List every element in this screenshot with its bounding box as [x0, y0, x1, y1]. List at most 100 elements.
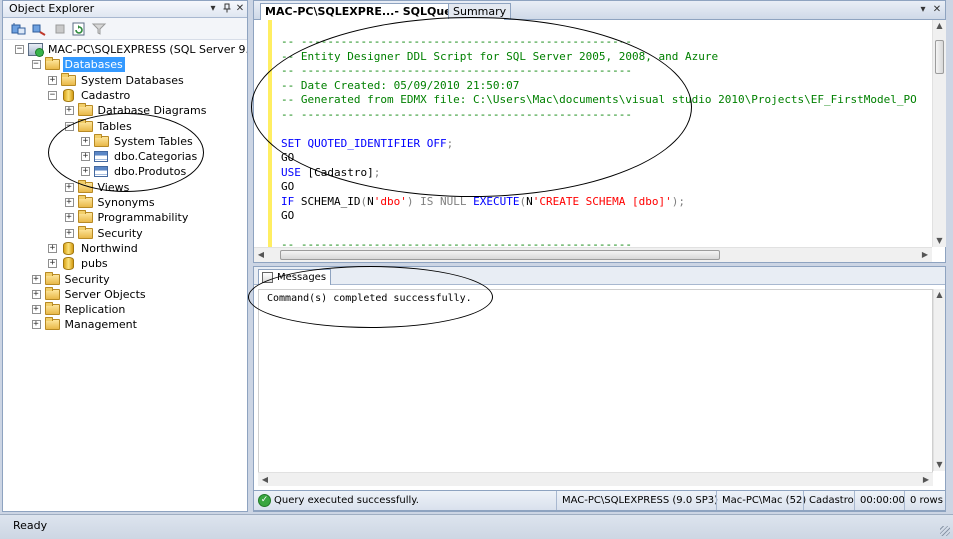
expand-icon[interactable]: + [64, 228, 74, 238]
expand-icon[interactable]: + [31, 289, 41, 299]
folder-icon [77, 210, 93, 224]
tree-node-label: Management [64, 318, 137, 332]
code-line: -- -------------------------------------… [281, 35, 632, 49]
collapse-icon[interactable]: − [31, 60, 41, 70]
status-elapsed: 00:00:00 [854, 491, 905, 510]
object-explorer-title: Object Explorer [9, 2, 95, 15]
expand-icon[interactable]: + [81, 152, 90, 162]
connect-icon[interactable] [11, 21, 27, 37]
code-token: IS NULL [413, 194, 474, 208]
code-token: ; [446, 136, 454, 150]
code-token: EXECUTE [473, 194, 520, 208]
expand-icon[interactable]: + [64, 106, 74, 116]
resize-grip-icon[interactable] [940, 526, 950, 536]
editor-vertical-scrollbar[interactable]: ▲ ▼ [932, 20, 946, 247]
database-icon [61, 241, 76, 255]
scroll-up-icon[interactable]: ▲ [934, 289, 945, 301]
expand-icon[interactable]: + [64, 213, 74, 223]
editor-horizontal-scrollbar[interactable]: ◀ ▶ [254, 247, 932, 262]
tab-messages[interactable]: Messages [258, 269, 332, 285]
folder-icon [44, 317, 60, 331]
status-database: Cadastro [803, 491, 854, 510]
scroll-down-icon[interactable]: ▼ [934, 459, 945, 471]
expand-icon[interactable]: + [31, 320, 41, 330]
tree-node-label: dbo.Produtos [114, 165, 187, 179]
tree-node-label: Programmability [97, 211, 189, 225]
editor-hscroll-thumb[interactable] [280, 250, 720, 260]
scroll-down-icon[interactable]: ▼ [933, 235, 946, 247]
code-token: -- -------------------------------------… [281, 35, 632, 48]
expand-icon[interactable]: + [81, 167, 90, 177]
tree-node-label: Server Objects [64, 287, 146, 301]
query-editor-panel: MAC-PC\SQLEXPRE...- SQLQuery1.sql* Summa… [253, 0, 946, 263]
sql-code-area[interactable]: -- -------------------------------------… [254, 20, 932, 247]
code-token: -- -------------------------------------… [281, 238, 632, 247]
query-status-bar: ✓ Query executed successfully. MAC-PC\SQ… [253, 490, 946, 511]
code-token: GO [281, 151, 295, 164]
stop-icon[interactable] [52, 21, 68, 37]
database-icon [61, 257, 76, 271]
query-status-message: Query executed successfully. [274, 495, 419, 506]
code-line: -- Generated from EDMX file: C:\Users\Ma… [281, 93, 917, 107]
tree-node-label: Northwind [81, 241, 138, 255]
code-token: IF [281, 194, 295, 208]
code-token: ); [671, 194, 686, 208]
tab-summary[interactable]: Summary [448, 3, 512, 19]
tab-messages-label: Messages [277, 272, 327, 283]
scroll-right-icon[interactable]: ▶ [919, 473, 933, 486]
code-token: -- Entity Designer DDL Script for SQL Se… [281, 49, 719, 63]
expand-icon[interactable]: + [31, 305, 41, 315]
status-text: Ready [13, 519, 48, 532]
messages-horizontal-scrollbar[interactable]: ◀ ▶ [258, 472, 933, 486]
scroll-left-icon[interactable]: ◀ [254, 248, 268, 262]
scroll-right-icon[interactable]: ▶ [918, 248, 932, 262]
object-explorer-toolbar [3, 18, 247, 40]
folder-icon [44, 302, 60, 316]
status-rows: 0 rows [904, 491, 943, 510]
expand-icon[interactable]: + [31, 274, 41, 284]
code-token: GO [281, 209, 295, 222]
tree-node-label: Cadastro [81, 88, 131, 102]
disconnect-icon[interactable] [31, 21, 47, 37]
code-token: USE [281, 165, 301, 179]
tree-node-label: System Tables [114, 134, 193, 148]
tab-list-dropdown-icon[interactable]: ▾ [917, 4, 929, 16]
object-explorer-panel: Object Explorer ▾ ✕ − MAC-PC\SQLEXPRESS (… [2, 0, 248, 512]
expand-icon[interactable]: + [48, 75, 57, 85]
code-token: ; [373, 165, 381, 179]
scroll-left-icon[interactable]: ◀ [258, 473, 272, 486]
database-icon [61, 88, 76, 102]
object-explorer-tree: −MAC-PC\SQLEXPRESS (SQL Server 9.0.4053 … [3, 42, 247, 512]
expand-icon[interactable]: + [64, 182, 74, 192]
collapse-icon[interactable]: − [48, 90, 57, 100]
messages-area[interactable]: Command(s) completed successfully. [258, 289, 933, 485]
status-bar: Ready [0, 514, 953, 539]
code-line: -- -------------------------------------… [281, 64, 632, 78]
code-token: SET QUOTED_IDENTIFIER OFF [281, 136, 447, 150]
results-panel: Messages Command(s) completed successful… [253, 266, 946, 512]
close-document-icon[interactable]: ✕ [931, 4, 943, 16]
scroll-up-icon[interactable]: ▲ [933, 20, 946, 32]
pin-icon[interactable] [221, 3, 233, 15]
code-line: -- Entity Designer DDL Script for SQL Se… [281, 50, 718, 64]
refresh-icon[interactable] [71, 21, 87, 37]
close-icon[interactable]: ✕ [234, 3, 246, 15]
code-line: -- -------------------------------------… [281, 238, 632, 247]
expand-icon[interactable]: + [81, 136, 90, 146]
collapse-icon[interactable]: − [15, 45, 24, 54]
expand-icon[interactable]: + [48, 259, 57, 269]
collapse-icon[interactable]: − [64, 121, 74, 131]
expand-icon[interactable]: + [64, 198, 74, 207]
editor-vscroll-thumb[interactable] [935, 40, 944, 74]
expand-icon[interactable]: + [48, 243, 57, 253]
filter-icon[interactable] [91, 21, 107, 37]
dropdown-arrow-icon[interactable]: ▾ [207, 3, 219, 15]
status-server: MAC-PC\SQLEXPRESS (9.0 SP3) [556, 491, 718, 510]
code-line: -- -------------------------------------… [281, 108, 632, 122]
table-icon [94, 165, 109, 178]
folder-icon [77, 195, 93, 208]
tree-node-label: Views [97, 180, 130, 194]
code-token: -- -------------------------------------… [281, 64, 632, 77]
messages-vertical-scrollbar[interactable]: ▲ ▼ [933, 289, 945, 471]
tree-node-label: Database Diagrams [97, 104, 207, 118]
